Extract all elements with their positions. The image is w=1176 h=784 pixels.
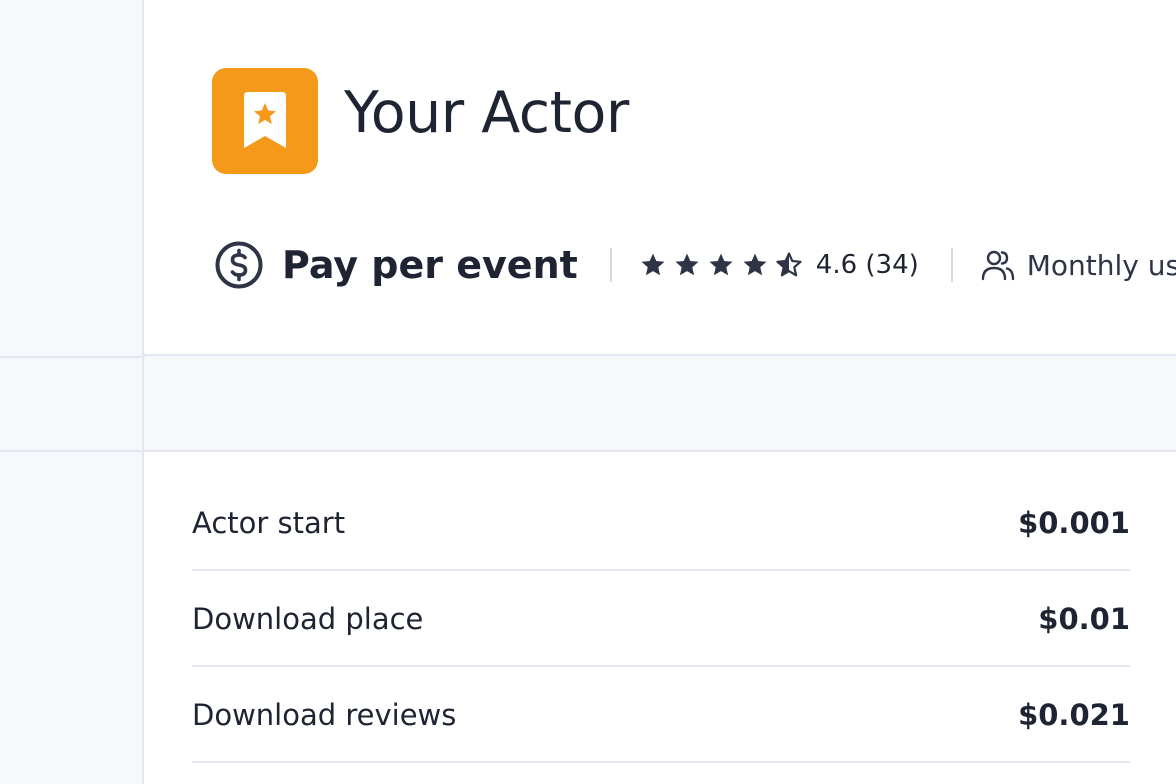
- star-half-icon: [776, 252, 802, 278]
- rating-stars: [640, 252, 810, 278]
- table-row: Download place $0.01: [192, 572, 1130, 667]
- table-row: Download reviews $0.021: [192, 668, 1130, 763]
- star-icon: [742, 252, 768, 278]
- page: Your Actor Pay per event 4.6 (34) Monthl…: [0, 0, 1176, 784]
- divider: [609, 248, 612, 282]
- event-price: $0.001: [1018, 505, 1130, 540]
- pricing-model: Pay per event: [282, 243, 578, 287]
- actor-meta-row: Pay per event 4.6 (34) Monthly us: [214, 238, 1176, 292]
- dollar-circle-icon: [214, 240, 264, 290]
- rating-value: 4.6 (34): [815, 250, 919, 280]
- event-name: Download reviews: [192, 697, 457, 732]
- event-price: $0.01: [1038, 601, 1130, 636]
- actor-header-card: Your Actor Pay per event 4.6 (34) Monthl…: [142, 0, 1176, 356]
- star-icon: [640, 252, 666, 278]
- monthly-users-label: Monthly users: [1026, 248, 1176, 282]
- star-icon: [674, 252, 700, 278]
- actor-title: Your Actor: [344, 80, 629, 146]
- grid-line: [0, 356, 145, 358]
- divider: [950, 248, 953, 282]
- pricing-events-table: Actor start $0.001 Download place $0.01 …: [142, 452, 1176, 784]
- star-icon: [708, 252, 734, 278]
- section-spacer: [142, 358, 1176, 450]
- users-icon: [981, 248, 1015, 282]
- event-price: $0.021: [1018, 697, 1130, 732]
- table-row: Actor start $0.001: [192, 476, 1130, 571]
- event-name: Actor start: [192, 505, 346, 540]
- bookmark-star-icon: [212, 68, 318, 174]
- event-name: Download place: [192, 601, 424, 636]
